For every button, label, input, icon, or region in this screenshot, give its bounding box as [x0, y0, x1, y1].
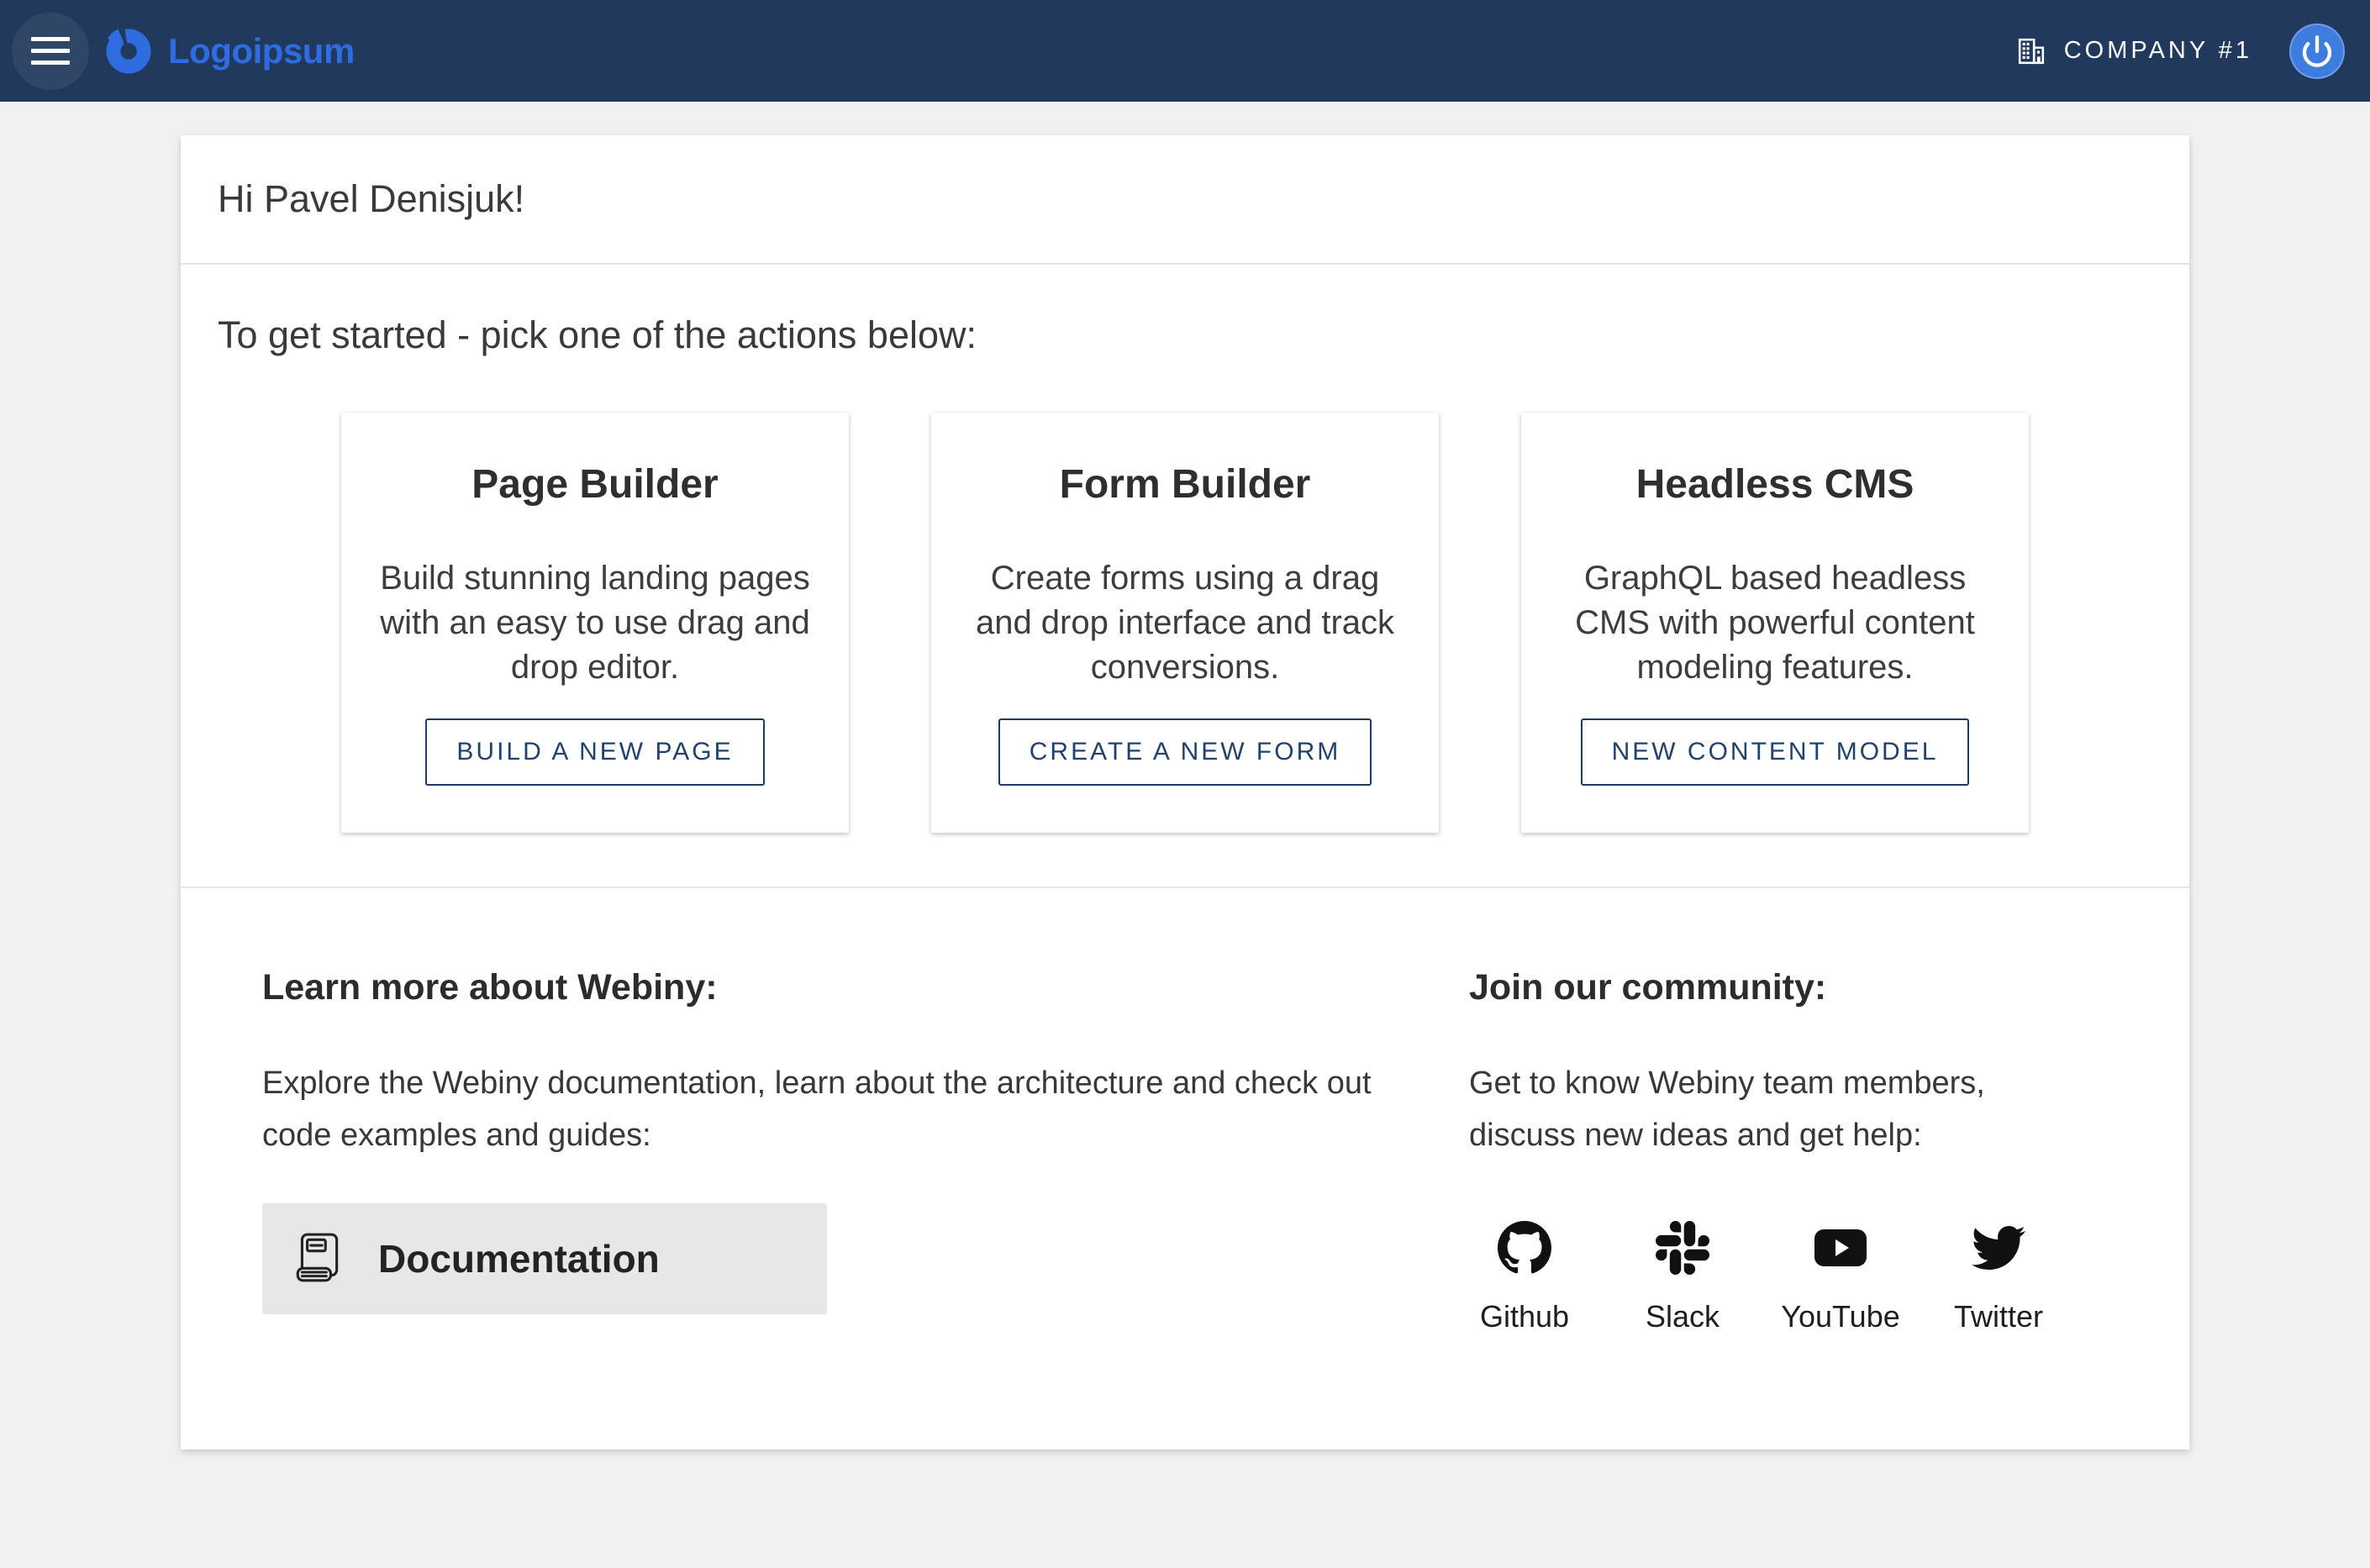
youtube-label: YouTube	[1781, 1299, 1899, 1334]
logo[interactable]: Logoipsum	[103, 25, 355, 77]
top-bar: Logoipsum COMPANY #1	[0, 0, 2370, 102]
new-content-model-button[interactable]: NEW CONTENT MODEL	[1581, 718, 1970, 786]
welcome-card: Hi Pavel Denisjuk! To get started - pick…	[181, 135, 2189, 1450]
youtube-icon	[1814, 1221, 1867, 1275]
build-new-page-button[interactable]: BUILD A NEW PAGE	[425, 718, 764, 786]
action-card-title: Headless CMS	[1636, 461, 1914, 508]
twitter-label: Twitter	[1954, 1299, 2043, 1334]
github-icon	[1498, 1221, 1551, 1275]
intro-text: To get started - pick one of the actions…	[181, 313, 2189, 357]
organization-icon	[2017, 37, 2046, 66]
community-paragraph: Get to know Webiny team members, discuss…	[1469, 1057, 2074, 1161]
twitter-icon	[1972, 1221, 2025, 1275]
greeting-section: Hi Pavel Denisjuk!	[181, 135, 2189, 263]
greeting-text: Hi Pavel Denisjuk!	[218, 177, 2152, 221]
social-links-row: Github	[1469, 1220, 2108, 1334]
twitter-link[interactable]: Twitter	[1943, 1220, 2054, 1334]
action-card-description: Build stunning landing pages with an eas…	[373, 556, 817, 690]
actions-section: To get started - pick one of the actions…	[181, 265, 2189, 887]
book-icon	[291, 1226, 346, 1292]
app-root: Logoipsum COMPANY #1	[0, 0, 2370, 1568]
action-card-page-builder: Page Builder Build stunning landing page…	[341, 413, 849, 833]
power-icon	[2300, 34, 2334, 68]
logoipsum-logo-icon	[103, 25, 155, 77]
action-card-description: GraphQL based headless CMS with powerful…	[1553, 556, 1997, 690]
action-card-title: Page Builder	[471, 461, 718, 508]
tenant-label: COMPANY #1	[2064, 37, 2252, 65]
tenant-selector[interactable]: COMPANY #1	[2017, 37, 2252, 66]
action-card-form-builder: Form Builder Create forms using a drag a…	[931, 413, 1439, 833]
learn-more-column: Learn more about Webiny: Explore the Web…	[262, 967, 1469, 1334]
learn-more-heading: Learn more about Webiny:	[262, 967, 1385, 1008]
documentation-link[interactable]: Documentation	[262, 1203, 827, 1314]
action-card-description: Create forms using a drag and drop inter…	[963, 556, 1407, 690]
slack-label: Slack	[1646, 1299, 1720, 1334]
action-card-headless-cms: Headless CMS GraphQL based headless CMS …	[1521, 413, 2029, 833]
community-column: Join our community: Get to know Webiny t…	[1469, 967, 2108, 1334]
avatar[interactable]	[2289, 24, 2345, 79]
github-link[interactable]: Github	[1469, 1220, 1580, 1334]
community-heading: Join our community:	[1469, 967, 2108, 1008]
action-card-title: Form Builder	[1060, 461, 1311, 508]
youtube-link[interactable]: YouTube	[1785, 1220, 1896, 1334]
logo-text: Logoipsum	[168, 31, 355, 71]
slack-icon	[1656, 1221, 1709, 1275]
hamburger-icon	[31, 37, 70, 65]
bottom-section: Learn more about Webiny: Explore the Web…	[181, 888, 2189, 1450]
learn-more-paragraph: Explore the Webiny documentation, learn …	[262, 1057, 1385, 1161]
create-new-form-button[interactable]: CREATE A NEW FORM	[998, 718, 1372, 786]
documentation-label: Documentation	[378, 1236, 660, 1281]
slack-link[interactable]: Slack	[1627, 1220, 1738, 1334]
menu-button[interactable]	[12, 13, 89, 90]
action-cards-row: Page Builder Build stunning landing page…	[181, 413, 2189, 833]
github-label: Github	[1480, 1299, 1569, 1334]
